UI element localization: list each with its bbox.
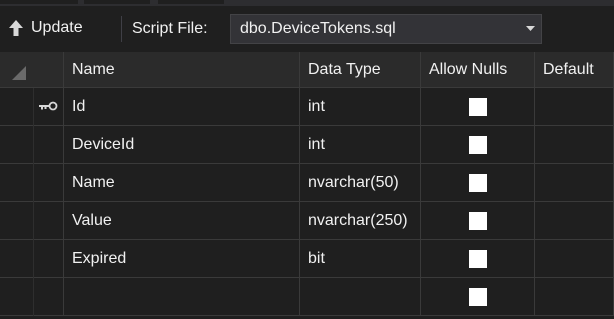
data-type-text: int <box>308 136 325 153</box>
column-name-cell[interactable]: Expired <box>64 240 300 278</box>
table-row[interactable]: Id int <box>0 88 614 126</box>
update-button[interactable]: Update <box>8 14 83 42</box>
column-name-cell[interactable]: Value <box>64 202 300 240</box>
column-name-cell[interactable] <box>64 278 300 316</box>
column-name-cell[interactable]: Id <box>64 88 300 126</box>
data-type-text: int <box>308 98 325 115</box>
data-type-text: bit <box>308 250 325 267</box>
default-cell[interactable] <box>535 126 614 164</box>
table-row[interactable]: Value nvarchar(250) <box>0 202 614 240</box>
column-header-allow-nulls[interactable]: Allow Nulls <box>421 52 535 88</box>
data-type-cell[interactable]: bit <box>300 240 421 278</box>
tab-strip <box>0 0 614 6</box>
row-header-stub <box>0 164 34 202</box>
script-file-value: dbo.DeviceTokens.sql <box>240 20 396 37</box>
column-header-data-type[interactable]: Data Type <box>300 52 421 88</box>
arrow-up-icon <box>9 20 23 36</box>
tab-strip-segment <box>84 0 150 4</box>
allow-nulls-checkbox[interactable] <box>469 288 487 306</box>
tab-strip-segment <box>0 0 78 4</box>
table-row-new[interactable] <box>0 278 614 316</box>
row-header[interactable] <box>0 164 64 202</box>
allow-nulls-cell <box>421 126 535 164</box>
default-cell[interactable] <box>535 202 614 240</box>
data-type-cell[interactable]: int <box>300 88 421 126</box>
column-name-cell[interactable]: DeviceId <box>64 126 300 164</box>
column-name-text: Expired <box>72 250 127 267</box>
row-header-stub <box>0 240 34 278</box>
data-type-text: nvarchar(250) <box>308 212 408 229</box>
table-designer-toolbar: Update Script File: dbo.DeviceTokens.sql <box>0 8 614 48</box>
data-type-text: nvarchar(50) <box>308 174 399 191</box>
table-row[interactable]: DeviceId int <box>0 126 614 164</box>
row-header-stub <box>0 202 34 240</box>
grid-header: Name Data Type Allow Nulls Default <box>0 52 614 88</box>
table-row[interactable]: Name nvarchar(50) <box>0 164 614 202</box>
data-type-cell[interactable]: nvarchar(50) <box>300 164 421 202</box>
row-header[interactable] <box>0 240 64 278</box>
column-name-text: DeviceId <box>72 136 135 153</box>
allow-nulls-cell <box>421 164 535 202</box>
table-row[interactable]: Expired bit <box>0 240 614 278</box>
row-header[interactable] <box>0 202 64 240</box>
allow-nulls-checkbox[interactable] <box>469 250 487 268</box>
column-header-default[interactable]: Default <box>535 52 614 88</box>
allow-nulls-cell <box>421 88 535 126</box>
row-header[interactable] <box>0 126 64 164</box>
allow-nulls-checkbox[interactable] <box>469 212 487 230</box>
default-cell[interactable] <box>535 88 614 126</box>
script-file-label: Script File: <box>132 20 208 37</box>
column-header-name[interactable]: Name <box>64 52 300 88</box>
column-name-text: Value <box>72 212 112 229</box>
column-name-cell[interactable]: Name <box>64 164 300 202</box>
row-header-stub <box>0 278 34 316</box>
chevron-down-icon <box>526 26 535 31</box>
allow-nulls-checkbox[interactable] <box>469 136 487 154</box>
default-cell[interactable] <box>535 164 614 202</box>
key-icon <box>39 101 58 111</box>
update-button-label: Update <box>31 19 83 36</box>
script-file-dropdown[interactable]: dbo.DeviceTokens.sql <box>230 14 542 44</box>
data-type-cell[interactable]: int <box>300 126 421 164</box>
allow-nulls-cell <box>421 240 535 278</box>
data-type-cell[interactable]: nvarchar(250) <box>300 202 421 240</box>
allow-nulls-cell <box>421 278 535 316</box>
default-cell[interactable] <box>535 240 614 278</box>
toolbar-separator <box>121 16 122 42</box>
allow-nulls-checkbox[interactable] <box>469 174 487 192</box>
column-name-text: Id <box>72 98 86 115</box>
tab-strip-segment <box>158 0 224 4</box>
allow-nulls-cell <box>421 202 535 240</box>
column-name-text: Name <box>72 174 115 191</box>
row-header[interactable] <box>0 88 64 126</box>
data-type-cell[interactable] <box>300 278 421 316</box>
columns-grid: Name Data Type Allow Nulls Default Id in… <box>0 52 614 319</box>
allow-nulls-checkbox[interactable] <box>469 98 487 116</box>
row-header-stub <box>0 88 34 126</box>
select-all-triangle-icon <box>12 66 26 80</box>
select-all-corner[interactable] <box>0 52 64 88</box>
row-header[interactable] <box>0 278 64 316</box>
row-header-stub <box>0 126 34 164</box>
default-cell[interactable] <box>535 278 614 316</box>
